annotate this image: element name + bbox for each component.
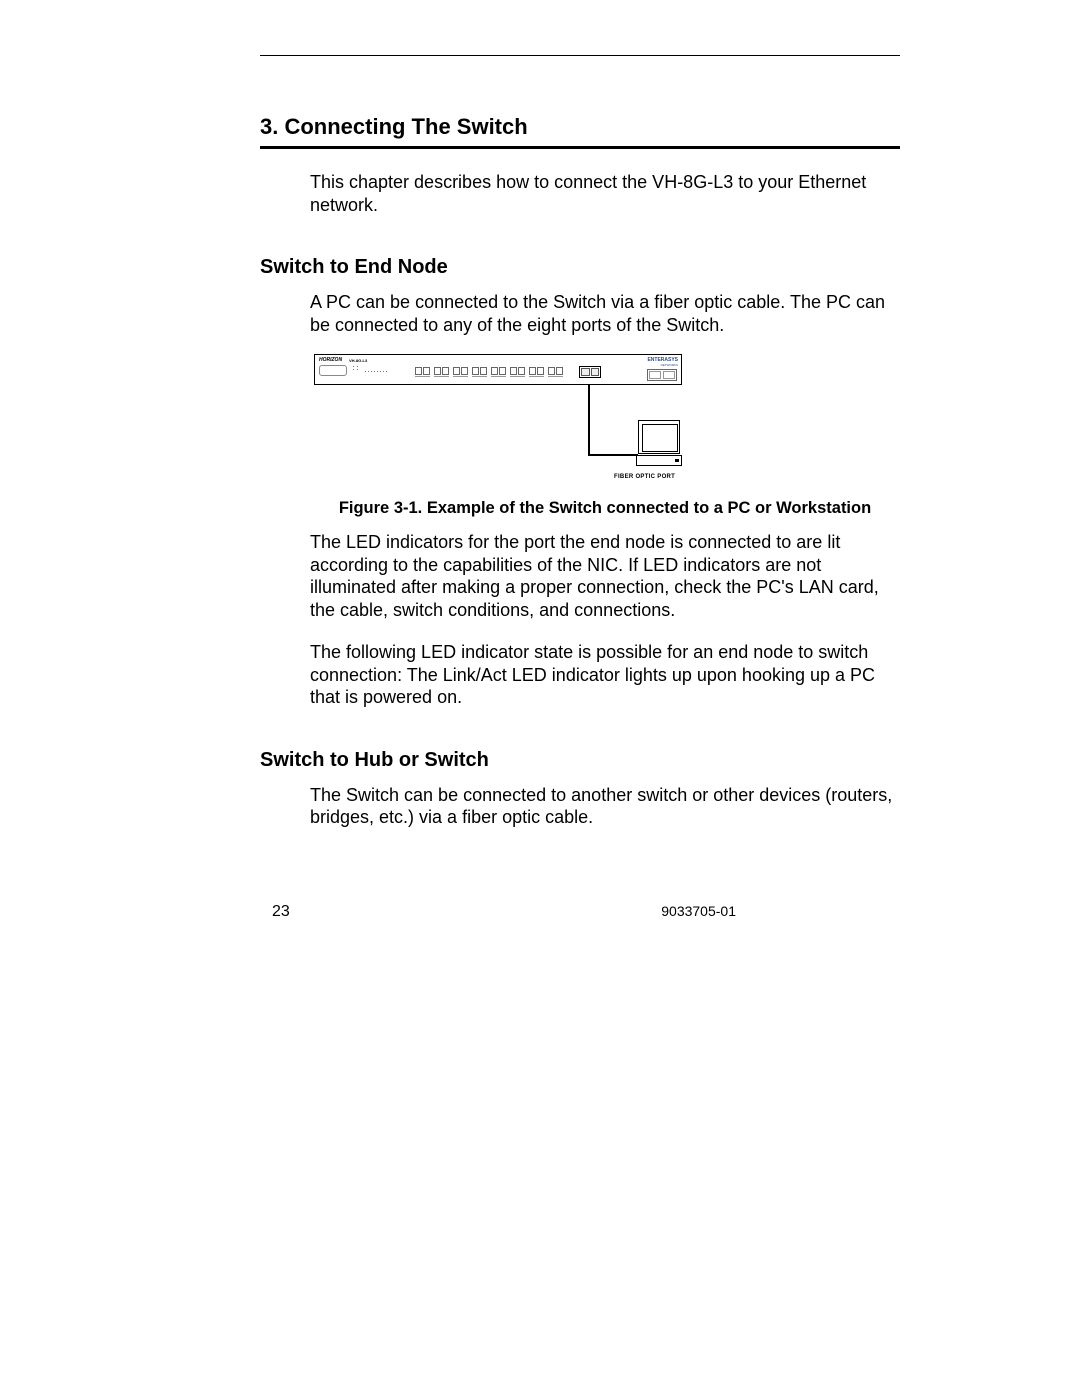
document-page: 3. Connecting The Switch This chapter de… — [0, 0, 1080, 1397]
section-heading-hub-or-switch: Switch to Hub or Switch — [260, 749, 900, 772]
section1-para3: The following LED indicator state is pos… — [310, 641, 900, 709]
chapter-title: 3. Connecting The Switch — [260, 114, 900, 140]
chapter-intro-text: This chapter describes how to connect th… — [310, 171, 900, 216]
switch-brand-right-sub-label: NETWORKS — [661, 363, 678, 367]
fiber-ports-group — [415, 367, 563, 375]
fiber-cable-horizontal — [588, 454, 638, 456]
fiber-cable-vertical — [588, 385, 590, 455]
monitor-icon — [638, 420, 680, 454]
header-rule — [260, 55, 900, 56]
figure-3-1: HORIZON VH-8G-L3 — [310, 354, 900, 484]
switch-device-icon: HORIZON VH-8G-L3 — [314, 354, 682, 385]
power-module-icon — [647, 369, 677, 381]
pc-tower-icon — [636, 455, 682, 466]
section1-para1: A PC can be connected to the Switch via … — [310, 291, 900, 336]
fiber-port-label: FIBER OPTIC PORT — [614, 474, 675, 480]
workstation-icon — [636, 420, 682, 466]
page-footer: 23 9033705-01 — [272, 903, 736, 921]
gbic-slot-icon — [579, 366, 601, 378]
section2-para1: The Switch can be connected to another s… — [310, 784, 900, 829]
switch-model-label: VH-8G-L3 — [349, 358, 367, 363]
document-number: 9033705-01 — [661, 903, 736, 919]
page-number: 23 — [272, 903, 290, 921]
chapter-rule — [260, 146, 900, 149]
console-port-icon — [319, 365, 347, 376]
switch-diagram: HORIZON VH-8G-L3 — [314, 354, 682, 484]
switch-brand-left-label: HORIZON — [319, 357, 342, 363]
figure-3-1-caption: Figure 3-1. Example of the Switch connec… — [310, 498, 900, 519]
section-heading-end-node: Switch to End Node — [260, 256, 900, 279]
led-indicator-group — [353, 366, 401, 376]
section1-para2: The LED indicators for the port the end … — [310, 531, 900, 621]
chapter-header: 3. Connecting The Switch — [260, 114, 900, 149]
